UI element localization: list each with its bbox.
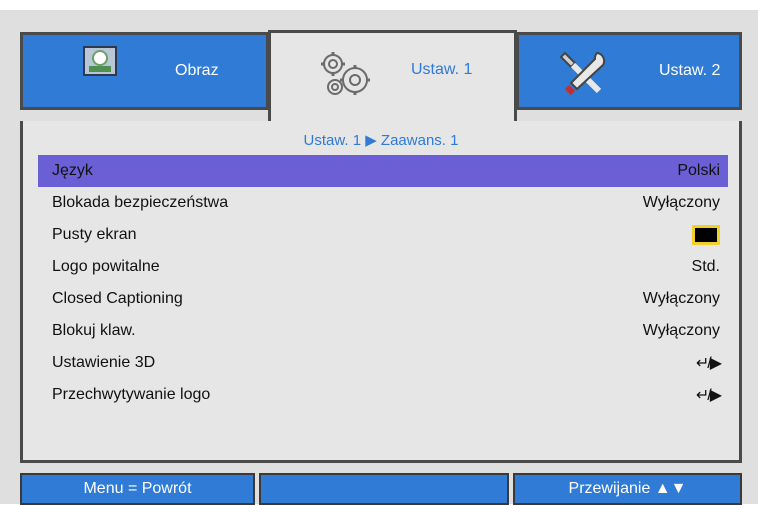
setting-row-logo-powitalne[interactable]: Logo powitalne Std. xyxy=(38,251,728,283)
tab-obraz[interactable]: Obraz xyxy=(20,32,269,110)
tab-ustaw-2[interactable]: Ustaw. 2 xyxy=(516,32,742,110)
picture-icon xyxy=(83,46,117,76)
setting-value: Wyłączony xyxy=(642,194,720,211)
setting-label: Przechwytywanie logo xyxy=(52,386,211,403)
setting-value: Polski xyxy=(677,162,720,179)
footer-scroll-hint: Przewijanie ▲▼ xyxy=(513,473,742,505)
color-swatch[interactable] xyxy=(692,225,720,245)
setting-value: Std. xyxy=(691,258,720,275)
setting-label: Ustawienie 3D xyxy=(52,354,156,371)
footer-label: Menu = Powrót xyxy=(83,480,192,497)
setting-label: Język xyxy=(52,162,93,179)
gears-icon xyxy=(321,52,370,95)
setting-label: Pusty ekran xyxy=(52,226,137,243)
setting-row-przechwytywanie-logo[interactable]: Przechwytywanie logo ↵/▶ xyxy=(38,379,728,411)
setting-label: Blokada bezpieczeństwa xyxy=(52,194,229,211)
setting-value: Wyłączony xyxy=(642,322,720,339)
setting-label: Logo powitalne xyxy=(52,258,160,275)
tools-icon xyxy=(559,51,606,95)
enter-right-icon: ↵/▶ xyxy=(695,355,722,372)
setting-value: Wyłączony xyxy=(642,290,720,307)
breadcrumb: Ustaw. 1 ▶ Zaawans. 1 xyxy=(303,132,459,149)
tab-label: Ustaw. 2 xyxy=(659,62,721,79)
setting-row-pusty-ekran[interactable]: Pusty ekran xyxy=(38,219,728,251)
osd-menu: Obraz Ustaw. 1 Ustaw. 2 Ustaw. 1 ▶ Zaawa… xyxy=(0,10,758,505)
setting-row-blokada[interactable]: Blokada bezpieczeństwa Wyłączony xyxy=(38,187,728,219)
enter-right-icon: ↵/▶ xyxy=(695,387,722,404)
footer-back-hint: Menu = Powrót xyxy=(20,473,255,505)
setting-label: Closed Captioning xyxy=(52,290,183,307)
footer-empty xyxy=(259,473,509,505)
settings-panel: Ustaw. 1 ▶ Zaawans. 1 Język Polski Bloka… xyxy=(20,121,742,463)
tab-label: Obraz xyxy=(175,62,219,79)
footer-label: Przewijanie ▲▼ xyxy=(568,480,687,497)
setting-row-jezyk[interactable]: Język Polski xyxy=(38,155,728,187)
tab-ustaw-1[interactable]: Ustaw. 1 xyxy=(268,30,517,123)
setting-row-blokuj-klaw[interactable]: Blokuj klaw. Wyłączony xyxy=(38,315,728,347)
settings-list: Język Polski Blokada bezpieczeństwa Wyłą… xyxy=(38,155,728,411)
setting-row-closed-captioning[interactable]: Closed Captioning Wyłączony xyxy=(38,283,728,315)
tab-label: Ustaw. 1 xyxy=(411,61,473,78)
setting-label: Blokuj klaw. xyxy=(52,322,136,339)
setting-row-ustawienie-3d[interactable]: Ustawienie 3D ↵/▶ xyxy=(38,347,728,379)
